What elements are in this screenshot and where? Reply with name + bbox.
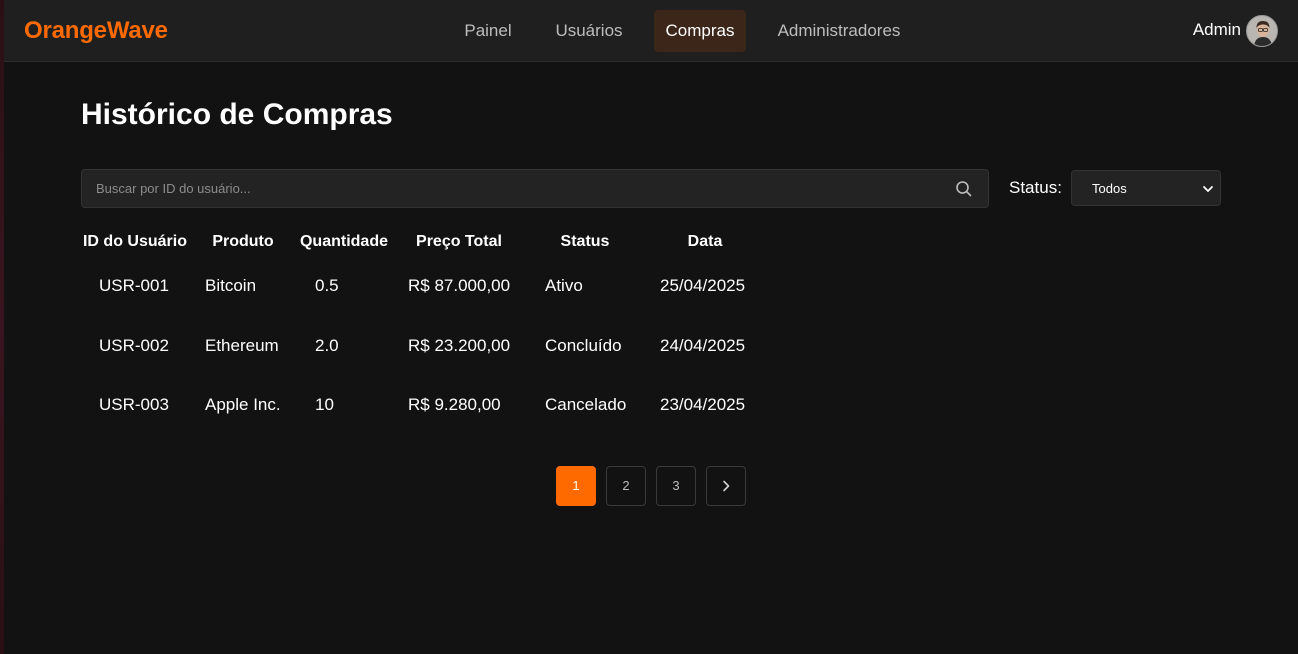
user-name[interactable]: Admin: [1193, 20, 1241, 40]
cell-product: Ethereum: [205, 336, 279, 355]
cell-date: 24/04/2025: [660, 336, 746, 355]
nav-item-compras[interactable]: Compras: [654, 10, 746, 52]
main-nav: Painel Usuários Compras Administradores: [4, 10, 1298, 52]
cell-total-price: R$ 9.280,00: [408, 395, 501, 414]
cell-user-id: USR-003: [99, 395, 169, 414]
column-header-date: Data: [687, 233, 723, 250]
status-filter-select[interactable]: Todos: [1071, 170, 1221, 206]
next-page-button[interactable]: [706, 466, 746, 506]
cell-quantity: 10: [315, 395, 334, 414]
page-button-1[interactable]: 1: [556, 466, 596, 506]
cell-date: 23/04/2025: [660, 395, 746, 414]
table-row[interactable]: USR-002 Ethereum 2.0 R$ 23.200,00 Conclu…: [81, 336, 781, 376]
column-header-total-price: Preço Total: [416, 233, 502, 250]
chevron-right-icon: [723, 480, 730, 492]
cell-quantity: 0.5: [315, 276, 339, 295]
page-title: Histórico de Compras: [81, 98, 393, 131]
nav-item-administradores[interactable]: Administradores: [764, 10, 914, 52]
column-header-product: Produto: [212, 233, 274, 250]
cell-total-price: R$ 87.000,00: [408, 276, 511, 295]
status-filter-label: Status:: [1009, 178, 1062, 197]
cell-status: Concluído: [545, 336, 622, 355]
column-header-quantity: Quantidade: [299, 233, 388, 250]
cell-status: Cancelado: [545, 395, 627, 414]
cell-product: Bitcoin: [205, 276, 257, 295]
status-filter-value: Todos: [1092, 181, 1127, 196]
cell-user-id: USR-002: [99, 336, 169, 355]
user-avatar-icon[interactable]: [1246, 15, 1278, 47]
top-navbar: OrangeWave Painel Usuários Compras Admin…: [4, 0, 1298, 62]
column-header-user-id: ID do Usuário: [82, 233, 187, 250]
cell-date: 25/04/2025: [660, 276, 746, 295]
page-button-3[interactable]: 3: [656, 466, 696, 506]
table-row[interactable]: USR-003 Apple Inc. 10 R$ 9.280,00 Cancel…: [81, 395, 781, 435]
nav-item-usuarios[interactable]: Usuários: [542, 10, 636, 52]
cell-product: Apple Inc.: [205, 395, 281, 414]
cell-user-id: USR-001: [99, 276, 169, 295]
search-box[interactable]: [81, 169, 989, 208]
search-icon[interactable]: [954, 179, 974, 199]
window-left-edge: [0, 0, 4, 654]
search-input[interactable]: [96, 170, 946, 207]
cell-total-price: R$ 23.200,00: [408, 336, 511, 355]
page-button-2[interactable]: 2: [606, 466, 646, 506]
chevron-down-icon: [1202, 183, 1214, 195]
column-header-status: Status: [560, 233, 610, 250]
cell-status: Ativo: [545, 276, 583, 295]
cell-quantity: 2.0: [315, 336, 339, 355]
table-row[interactable]: USR-001 Bitcoin 0.5 R$ 87.000,00 Ativo 2…: [81, 276, 781, 316]
nav-item-painel[interactable]: Painel: [450, 10, 526, 52]
